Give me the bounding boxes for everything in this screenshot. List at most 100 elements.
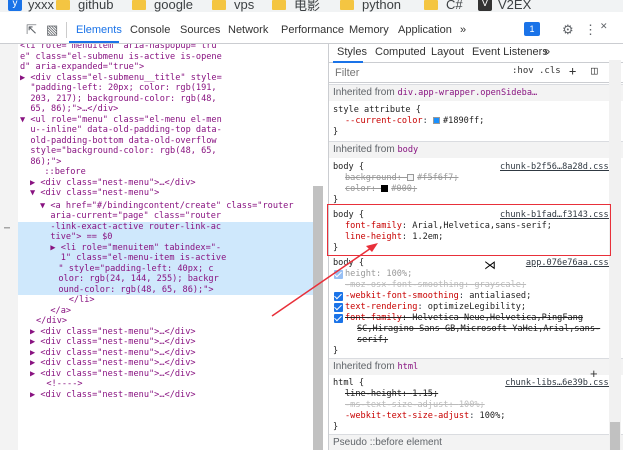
dom-line[interactable]: "padding-left: 20px; color: rgb(191,: [20, 83, 216, 94]
dom-line[interactable]: tive"> == $0: [40, 232, 112, 243]
rule3-font-family-continued: SC,Hiragino Sans GB,Microsoft YaHei,Aria…: [357, 324, 601, 334]
dom-line[interactable]: ▶ <div class="nest-menu">…</div>: [30, 327, 196, 338]
dom-line[interactable]: -link-exact-active router-link-ac: [40, 222, 221, 233]
dom-line[interactable]: </div>: [36, 316, 67, 327]
tab-elements[interactable]: Elements: [76, 24, 122, 36]
rule3-font-family-checkbox[interactable]: [334, 314, 343, 323]
device-toolbar-icon[interactable]: ▧: [46, 23, 58, 37]
issues-badge[interactable]: 1: [524, 22, 540, 36]
close-icon[interactable]: ✕: [600, 19, 608, 33]
dom-line[interactable]: <li role="menuitem" aria-haspopup="tru: [20, 44, 217, 52]
dom-line[interactable]: 86);">: [20, 157, 61, 168]
rule3-moz-smoothing-declaration[interactable]: -moz-osx-font-smoothing: grayscale;: [345, 280, 526, 291]
tab-network[interactable]: Network: [228, 24, 268, 36]
dom-line[interactable]: 203, 217); background-color: rgb(48,: [20, 94, 216, 105]
more-options-icon[interactable]: ⋮: [584, 23, 597, 37]
rule3-text-rendering-checkbox[interactable]: [334, 303, 343, 312]
rule3-height-declaration[interactable]: height: 100%;: [345, 269, 412, 280]
dom-line[interactable]: <!---->: [36, 379, 82, 390]
dom-line[interactable]: style="background-color: rgb(48, 65,: [20, 146, 216, 157]
tab-computed[interactable]: Computed: [375, 46, 426, 58]
rule3-text-rendering-declaration[interactable]: text-rendering: optimizeLegibility;: [345, 302, 526, 313]
styles-scrollbar-thumb[interactable]: [610, 422, 620, 450]
tab-performance[interactable]: Performance: [281, 24, 344, 36]
tab-sources[interactable]: Sources: [180, 24, 220, 36]
rule3-font-family-declaration[interactable]: font-family: Helvetica Neue,Helvetica,Pi…: [345, 313, 583, 324]
rule3-source-link[interactable]: app.076e76aa.css:1: [526, 258, 619, 269]
dom-line[interactable]: u--inline" data-old-padding-top data-: [20, 125, 221, 136]
bookmark-movies[interactable]: 电影: [272, 0, 320, 12]
dom-line[interactable]: ▼ <div class="nest-menu">: [30, 188, 159, 199]
rule1-source-link[interactable]: chunk-b2f56…8a28d.css:1: [500, 162, 619, 173]
rule4-ms-text-size-declaration[interactable]: -ms-text-size-adjust: 100%;: [345, 400, 485, 411]
add-property-button[interactable]: +: [590, 366, 598, 381]
dom-line[interactable]: aria-current="page" class="router: [40, 211, 221, 222]
dom-line[interactable]: </li>: [48, 295, 95, 306]
rule1-background-declaration[interactable]: background: #f5f6f7;: [345, 173, 459, 184]
dom-line[interactable]: ▼ <ul role="menu" class="el-menu el-men: [20, 115, 222, 126]
property-value: #f5f6f7;: [417, 173, 459, 183]
dom-line[interactable]: ▶ <div class="nest-menu">…</div>: [30, 348, 196, 359]
inherited-source-link[interactable]: html: [397, 362, 418, 372]
bookmark-python[interactable]: python: [340, 0, 401, 12]
dom-line[interactable]: d" aria-expanded="true">: [20, 62, 144, 73]
rule4-webkit-text-size-declaration[interactable]: -webkit-text-size-adjust: 100%;: [345, 411, 505, 422]
tab-console[interactable]: Console: [130, 24, 170, 36]
bookmark-github[interactable]: github: [56, 0, 113, 12]
dom-scrollbar-thumb[interactable]: [313, 186, 323, 450]
color-swatch-icon[interactable]: [432, 117, 440, 124]
dom-line[interactable]: e" class="el-submenu is-active is-opene: [20, 52, 222, 63]
color-swatch-icon[interactable]: [381, 185, 389, 192]
rule4-line-height-declaration[interactable]: line-height: 1.15;: [345, 389, 438, 400]
dom-line[interactable]: old-padding-bottom data-old-overflow: [20, 136, 216, 147]
dom-line[interactable]: </a>: [40, 306, 71, 317]
bookmark-csharp[interactable]: C#: [424, 0, 463, 12]
settings-gear-icon[interactable]: ⚙: [562, 23, 574, 37]
tab-event-listeners[interactable]: Event Listeners: [472, 46, 548, 58]
rule3-webkit-smoothing-checkbox[interactable]: [334, 292, 343, 301]
toggle-sidebar-icon[interactable]: ◫: [591, 64, 598, 77]
dom-line[interactable]: " style="padding-left: 40px; c: [48, 264, 213, 275]
dom-line[interactable]: ::before: [34, 167, 85, 178]
dom-line[interactable]: ▶ <div class="el-submenu__title" style=: [20, 73, 222, 84]
inspect-element-icon[interactable]: ⇱: [26, 23, 37, 37]
bookmark-yxxx[interactable]: y yxxx: [8, 0, 54, 12]
bookmark-v2ex[interactable]: V V2EX: [478, 0, 531, 12]
property-value: grayscale;: [474, 280, 527, 290]
rule3-webkit-smoothing-declaration[interactable]: -webkit-font-smoothing: antialiased;: [345, 291, 531, 302]
tab-styles[interactable]: Styles: [337, 46, 367, 58]
dom-line[interactable]: ▼ <a href="#/bindingcontent/create" clas…: [40, 201, 294, 212]
class-toggle[interactable]: .cls: [539, 66, 561, 76]
dom-line[interactable]: ound-color: rgb(48, 65, 86);">: [48, 285, 213, 296]
node-actions-ellipsis[interactable]: ⋯: [4, 223, 10, 235]
dom-line[interactable]: 1" class="el-menu-item is-active: [40, 253, 227, 264]
styles-filter-input[interactable]: [335, 66, 495, 80]
tab-layout[interactable]: Layout: [431, 46, 464, 58]
dom-line[interactable]: ▶ <div class="nest-menu">…</div>: [30, 178, 196, 189]
inherited-source-link[interactable]: body: [397, 145, 418, 155]
new-rule-button[interactable]: +: [569, 64, 576, 78]
rule4-source-link[interactable]: chunk-libs…6e39b.css:1: [505, 378, 619, 389]
tab-application[interactable]: Application: [398, 24, 452, 36]
bookmark-vps[interactable]: vps: [212, 0, 254, 12]
folder-icon: [272, 0, 286, 10]
inherited-source-link[interactable]: div.app-wrapper.openSideba…: [397, 88, 537, 98]
more-subtabs-button[interactable]: »: [544, 46, 550, 58]
tab-memory[interactable]: Memory: [349, 24, 389, 36]
bookmark-label: V2EX: [498, 0, 532, 12]
hover-state-toggle[interactable]: :hov: [512, 66, 534, 76]
current-color-declaration[interactable]: --current-color: #1890ff;: [345, 116, 484, 127]
more-tabs-button[interactable]: »: [460, 24, 466, 36]
dom-line[interactable]: ▶ <div class="nest-menu">…</div>: [30, 337, 196, 348]
dom-line[interactable]: 65, 86);">…</div>: [20, 104, 118, 115]
color-swatch-icon[interactable]: [407, 174, 415, 181]
annotation-highlight-box: [327, 204, 611, 256]
bookmark-google[interactable]: google: [132, 0, 193, 12]
rule3-height-checkbox[interactable]: [334, 270, 343, 279]
dom-line[interactable]: ▶ <div class="nest-menu">…</div>: [30, 390, 196, 401]
rule1-color-declaration[interactable]: color: #000;: [345, 184, 417, 195]
dom-line[interactable]: ▶ <li role="menuitem" tabindex="-: [40, 243, 221, 254]
dom-line[interactable]: ▶ <div class="nest-menu">…</div>: [30, 369, 196, 380]
dom-line[interactable]: ▶ <div class="nest-menu">…</div>: [30, 358, 196, 369]
dom-line[interactable]: olor: rgb(24, 144, 255); backgr: [48, 274, 218, 285]
